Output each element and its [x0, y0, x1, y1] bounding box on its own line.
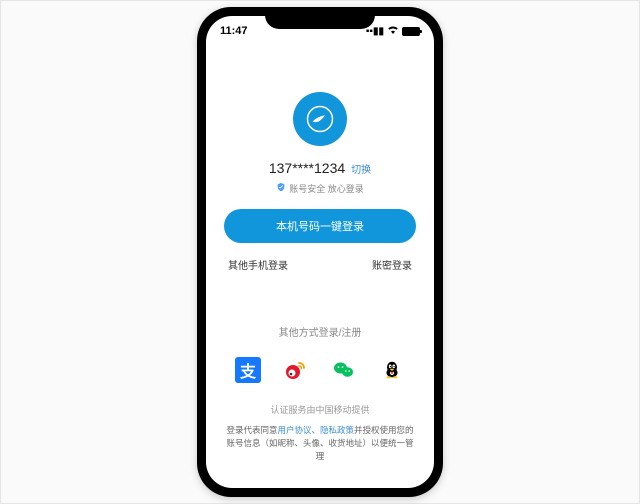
status-time: 11:47: [220, 25, 248, 37]
bird-icon: [305, 104, 335, 134]
one-click-login-button[interactable]: 本机号码一键登录: [224, 209, 416, 243]
battery-icon: [402, 27, 420, 36]
privacy-policy-link[interactable]: 隐私政策: [320, 425, 354, 435]
screen: 11:47 ▪▪▮▮ 137****1234 切换: [206, 16, 434, 488]
phone-frame: 11:47 ▪▪▮▮ 137****1234 切换: [197, 7, 443, 497]
wechat-icon[interactable]: [331, 357, 357, 383]
qq-icon[interactable]: [379, 357, 405, 383]
agreement-text: 登录代表同意用户协议、隐私政策并授权使用您的账号信息（如昵称、头像、收货地址）以…: [224, 424, 416, 462]
other-methods-title: 其他方式登录/注册: [224, 324, 416, 339]
wifi-icon: [387, 25, 399, 37]
shield-icon: [276, 182, 286, 195]
app-logo: [293, 92, 347, 146]
social-login-row: 支: [224, 357, 416, 383]
security-note: 账号安全 放心登录: [224, 182, 416, 195]
phone-row: 137****1234 切换: [224, 160, 416, 176]
signal-icon: ▪▪▮▮: [366, 26, 384, 37]
status-indicators: ▪▪▮▮: [366, 25, 420, 37]
account-password-login-link[interactable]: 账密登录: [372, 257, 412, 272]
security-text: 账号安全 放心登录: [289, 182, 364, 195]
alt-login-row: 其他手机登录 账密登录: [224, 257, 416, 272]
weibo-icon[interactable]: [283, 357, 309, 383]
agreement-prefix: 登录代表同意: [226, 425, 277, 435]
notch: [265, 7, 375, 29]
other-phone-login-link[interactable]: 其他手机登录: [228, 257, 288, 272]
auth-provider-note: 认证服务由中国移动提供: [224, 403, 416, 416]
switch-number-link[interactable]: 切换: [351, 161, 371, 176]
masked-phone-number: 137****1234: [269, 160, 345, 176]
alipay-icon[interactable]: 支: [235, 357, 261, 383]
login-content: 137****1234 切换 账号安全 放心登录 本机号码一键登录 其他手机登录…: [206, 42, 434, 472]
user-agreement-link[interactable]: 用户协议: [277, 425, 311, 435]
